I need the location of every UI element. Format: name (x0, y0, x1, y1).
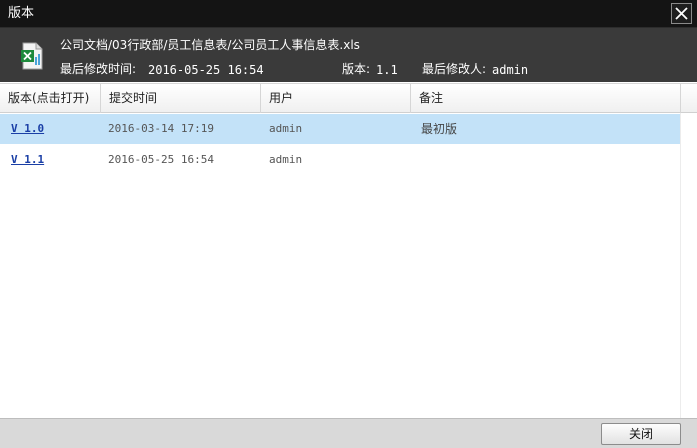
modifier-value: admin (492, 63, 529, 77)
column-header-user[interactable]: 用户 (261, 84, 411, 113)
table-row[interactable]: V 1.0 2016-03-14 17:19 admin 最初版 (0, 114, 680, 144)
version-label: 版本: (342, 62, 371, 76)
version-link[interactable]: V 1.0 (11, 114, 44, 144)
file-info-panel: 公司文档/03行政部/员工信息表/公司员工人事信息表.xls 最后修改时间: 2… (0, 28, 697, 82)
user-name: admin (269, 153, 303, 166)
last-modified-value: 2016-05-25 16:54 (148, 63, 264, 77)
window-title: 版本 (8, 6, 35, 21)
version-note: 最初版 (421, 122, 458, 136)
column-header-time[interactable]: 提交时间 (101, 84, 261, 113)
close-button[interactable]: 关闭 (601, 423, 681, 445)
column-header-version[interactable]: 版本(点击打开) (0, 84, 101, 113)
submit-time: 2016-05-25 16:54 (108, 153, 214, 166)
version-dialog: 版本 公司文档/03行政部/员工信息表/公司员工人事信息表.xls 最后修改时间… (0, 0, 697, 448)
title-bar: 版本 (0, 0, 697, 28)
close-icon (675, 7, 688, 20)
excel-file-icon (20, 42, 44, 73)
close-window-button[interactable] (671, 3, 692, 24)
column-header-note[interactable]: 备注 (411, 84, 681, 113)
submit-time: 2016-03-14 17:19 (108, 122, 214, 135)
user-name: admin (269, 122, 303, 135)
table-header: 版本(点击打开) 提交时间 用户 备注 (0, 83, 697, 113)
version-value: 1.1 (376, 63, 398, 77)
version-link[interactable]: V 1.1 (11, 145, 44, 175)
dialog-footer: 关闭 (0, 418, 697, 448)
file-path: 公司文档/03行政部/员工信息表/公司员工人事信息表.xls (60, 38, 360, 52)
last-modified-label: 最后修改时间: (60, 62, 137, 76)
table-row[interactable]: V 1.1 2016-05-25 16:54 admin (0, 145, 680, 175)
modifier-label: 最后修改人: (422, 62, 487, 76)
vertical-scrollbar[interactable] (680, 113, 697, 418)
